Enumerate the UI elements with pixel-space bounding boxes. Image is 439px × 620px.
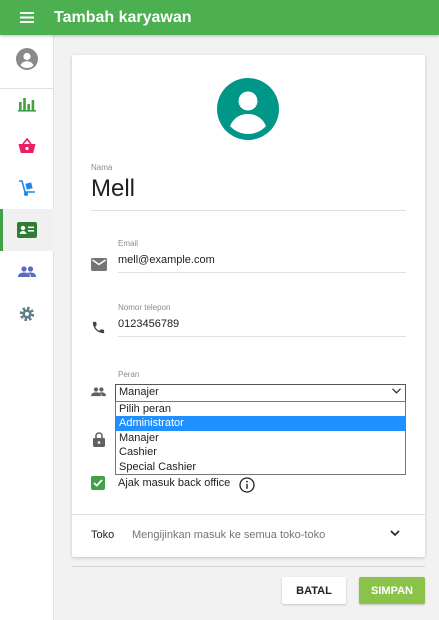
phone-label: Nomor telepon xyxy=(118,303,171,312)
role-select[interactable]: Manajer xyxy=(115,384,406,402)
role-option[interactable]: Cashier xyxy=(116,445,405,459)
toko-description: Mengijinkan masuk ke semua toko-toko xyxy=(132,529,326,541)
email-field[interactable]: mell@example.com xyxy=(118,254,215,266)
info-icon[interactable] xyxy=(239,477,255,493)
email-label: Email xyxy=(118,239,139,248)
page-title: Tambah karyawan xyxy=(54,8,192,26)
sidebar-item-inventory[interactable] xyxy=(0,167,54,209)
employee-form-card: Nama Mell Email mell@example.com Nomor t… xyxy=(72,55,425,557)
role-label: Peran xyxy=(118,370,140,379)
hamburger-menu-icon xyxy=(20,12,34,23)
sidebar-item-customers[interactable] xyxy=(0,251,54,293)
check-icon xyxy=(93,479,103,487)
phone-underline xyxy=(118,336,406,337)
sidebar-item-account[interactable] xyxy=(0,38,54,80)
sidebar-item-items[interactable] xyxy=(0,125,54,167)
bar-chart-icon xyxy=(18,98,36,112)
actions-divider xyxy=(72,566,425,567)
name-underline xyxy=(91,210,406,211)
name-label: Nama xyxy=(91,163,113,172)
backoffice-label: Ajak masuk back office xyxy=(118,477,231,489)
toko-divider xyxy=(72,514,425,515)
sidebar-item-settings[interactable] xyxy=(0,293,54,335)
chevron-down-icon xyxy=(392,388,401,394)
name-input[interactable]: Mell xyxy=(91,175,135,203)
sidebar xyxy=(0,35,54,620)
role-dropdown: Pilih peran Administrator Manajer Cashie… xyxy=(115,401,406,475)
toko-label: Toko xyxy=(91,529,115,541)
chevron-down-icon[interactable] xyxy=(390,530,400,537)
sidebar-item-employees[interactable] xyxy=(0,209,54,251)
lock-icon xyxy=(93,432,105,447)
hand-truck-icon xyxy=(19,180,35,196)
role-select-value: Manajer xyxy=(119,386,159,398)
role-option[interactable]: Manajer xyxy=(116,431,405,445)
avatar-icon[interactable] xyxy=(217,78,279,140)
app-bar: Tambah karyawan xyxy=(0,0,439,35)
cancel-button[interactable]: BATAL xyxy=(282,577,346,604)
account-circle-icon xyxy=(16,48,38,70)
backoffice-checkbox[interactable] xyxy=(91,476,105,490)
employee-card-icon xyxy=(17,222,37,238)
people-icon xyxy=(91,387,106,397)
save-button[interactable]: SIMPAN xyxy=(359,577,425,604)
phone-field[interactable]: 0123456789 xyxy=(118,318,179,330)
menu-button[interactable] xyxy=(0,0,54,35)
gear-icon xyxy=(19,306,35,322)
basket-icon xyxy=(18,138,36,153)
role-option[interactable]: Pilih peran xyxy=(116,402,405,416)
phone-icon xyxy=(92,321,105,334)
email-icon xyxy=(91,258,107,271)
sidebar-item-reports[interactable] xyxy=(0,83,54,125)
role-option-selected[interactable]: Administrator xyxy=(116,416,405,431)
email-underline xyxy=(118,272,406,273)
role-option[interactable]: Special Cashier xyxy=(116,460,405,474)
people-icon xyxy=(18,266,36,277)
